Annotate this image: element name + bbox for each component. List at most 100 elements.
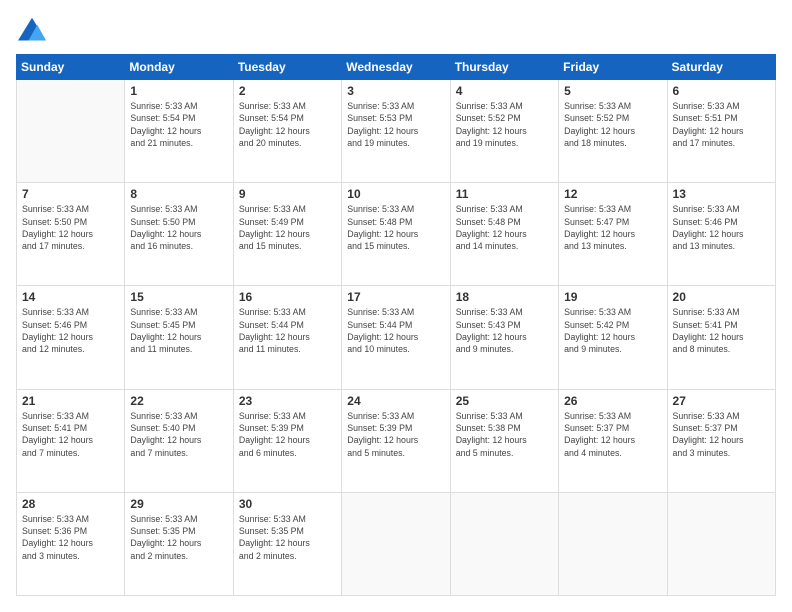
week-row-3: 14 Sunrise: 5:33 AM Sunset: 5:46 PM Dayli… xyxy=(17,286,776,389)
day-info: Sunrise: 5:33 AM Sunset: 5:47 PM Dayligh… xyxy=(564,203,661,252)
calendar-cell: 11Sunrise: 5:33 AM Sunset: 5:48 PM Dayli… xyxy=(450,183,558,286)
calendar-cell: 20Sunrise: 5:33 AM Sunset: 5:41 PM Dayli… xyxy=(667,286,775,389)
calendar-cell: 18 Sunrise: 5:33 AM Sunset: 5:43 PM Dayli… xyxy=(450,286,558,389)
day-number: 2 xyxy=(239,84,336,98)
calendar-cell: 3 Sunrise: 5:33 AM Sunset: 5:53 PM Daylig… xyxy=(342,80,450,183)
day-number: 29 xyxy=(130,497,227,511)
day-info: Sunrise: 5:33 AM Sunset: 5:40 PM Dayligh… xyxy=(130,410,227,459)
calendar-cell: 29Sunrise: 5:33 AM Sunset: 5:35 PM Dayli… xyxy=(125,492,233,595)
calendar-cell: 5Sunrise: 5:33 AM Sunset: 5:52 PM Daylig… xyxy=(559,80,667,183)
calendar-cell: 12Sunrise: 5:33 AM Sunset: 5:47 PM Dayli… xyxy=(559,183,667,286)
week-row-1: 1 Sunrise: 5:33 AM Sunset: 5:54 PM Daylig… xyxy=(17,80,776,183)
day-info: Sunrise: 5:33 AM Sunset: 5:43 PM Dayligh… xyxy=(456,306,553,355)
logo-icon xyxy=(16,16,48,44)
calendar-cell: 24Sunrise: 5:33 AM Sunset: 5:39 PM Dayli… xyxy=(342,389,450,492)
day-info: Sunrise: 5:33 AM Sunset: 5:36 PM Dayligh… xyxy=(22,513,119,562)
calendar-cell: 30Sunrise: 5:33 AM Sunset: 5:35 PM Dayli… xyxy=(233,492,341,595)
logo xyxy=(16,16,52,44)
weekday-header-thursday: Thursday xyxy=(450,55,558,80)
header xyxy=(16,16,776,44)
day-number: 27 xyxy=(673,394,770,408)
week-row-2: 7 Sunrise: 5:33 AM Sunset: 5:50 PM Daylig… xyxy=(17,183,776,286)
day-info: Sunrise: 5:33 AM Sunset: 5:41 PM Dayligh… xyxy=(22,410,119,459)
day-number: 18 xyxy=(456,290,553,304)
calendar-cell: 13 Sunrise: 5:33 AM Sunset: 5:46 PM Dayli… xyxy=(667,183,775,286)
weekday-header-sunday: Sunday xyxy=(17,55,125,80)
week-row-5: 28 Sunrise: 5:33 AM Sunset: 5:36 PM Dayli… xyxy=(17,492,776,595)
day-info: Sunrise: 5:33 AM Sunset: 5:52 PM Dayligh… xyxy=(564,100,661,149)
day-info: Sunrise: 5:33 AM Sunset: 5:46 PM Dayligh… xyxy=(673,203,770,252)
calendar-cell: 25 Sunrise: 5:33 AM Sunset: 5:38 PM Dayli… xyxy=(450,389,558,492)
calendar-cell: 14 Sunrise: 5:33 AM Sunset: 5:46 PM Dayli… xyxy=(17,286,125,389)
day-number: 25 xyxy=(456,394,553,408)
day-info: Sunrise: 5:33 AM Sunset: 5:49 PM Dayligh… xyxy=(239,203,336,252)
day-number: 28 xyxy=(22,497,119,511)
day-number: 10 xyxy=(347,187,444,201)
day-info: Sunrise: 5:33 AM Sunset: 5:54 PM Dayligh… xyxy=(130,100,227,149)
day-info: Sunrise: 5:33 AM Sunset: 5:50 PM Dayligh… xyxy=(130,203,227,252)
day-number: 14 xyxy=(22,290,119,304)
day-number: 16 xyxy=(239,290,336,304)
calendar-cell: 16 Sunrise: 5:33 AM Sunset: 5:44 PM Dayli… xyxy=(233,286,341,389)
week-row-4: 21 Sunrise: 5:33 AM Sunset: 5:41 PM Dayli… xyxy=(17,389,776,492)
day-number: 26 xyxy=(564,394,661,408)
calendar-cell: 15Sunrise: 5:33 AM Sunset: 5:45 PM Dayli… xyxy=(125,286,233,389)
day-info: Sunrise: 5:33 AM Sunset: 5:37 PM Dayligh… xyxy=(564,410,661,459)
weekday-header-friday: Friday xyxy=(559,55,667,80)
day-number: 3 xyxy=(347,84,444,98)
day-number: 6 xyxy=(673,84,770,98)
day-number: 15 xyxy=(130,290,227,304)
weekday-header-monday: Monday xyxy=(125,55,233,80)
day-info: Sunrise: 5:33 AM Sunset: 5:41 PM Dayligh… xyxy=(673,306,770,355)
day-number: 13 xyxy=(673,187,770,201)
day-info: Sunrise: 5:33 AM Sunset: 5:39 PM Dayligh… xyxy=(239,410,336,459)
calendar-cell xyxy=(342,492,450,595)
calendar-cell: 19 Sunrise: 5:33 AM Sunset: 5:42 PM Dayli… xyxy=(559,286,667,389)
calendar-cell: 28 Sunrise: 5:33 AM Sunset: 5:36 PM Dayli… xyxy=(17,492,125,595)
day-info: Sunrise: 5:33 AM Sunset: 5:53 PM Dayligh… xyxy=(347,100,444,149)
day-info: Sunrise: 5:33 AM Sunset: 5:52 PM Dayligh… xyxy=(456,100,553,149)
day-number: 22 xyxy=(130,394,227,408)
day-number: 23 xyxy=(239,394,336,408)
weekday-header-wednesday: Wednesday xyxy=(342,55,450,80)
weekday-header-row: SundayMondayTuesdayWednesdayThursdayFrid… xyxy=(17,55,776,80)
day-info: Sunrise: 5:33 AM Sunset: 5:44 PM Dayligh… xyxy=(347,306,444,355)
day-number: 24 xyxy=(347,394,444,408)
day-info: Sunrise: 5:33 AM Sunset: 5:54 PM Dayligh… xyxy=(239,100,336,149)
day-info: Sunrise: 5:33 AM Sunset: 5:42 PM Dayligh… xyxy=(564,306,661,355)
day-number: 1 xyxy=(130,84,227,98)
day-number: 19 xyxy=(564,290,661,304)
calendar-cell: 10 Sunrise: 5:33 AM Sunset: 5:48 PM Dayli… xyxy=(342,183,450,286)
calendar-cell xyxy=(667,492,775,595)
day-number: 8 xyxy=(130,187,227,201)
calendar-cell: 22 Sunrise: 5:33 AM Sunset: 5:40 PM Dayli… xyxy=(125,389,233,492)
day-number: 11 xyxy=(456,187,553,201)
day-info: Sunrise: 5:33 AM Sunset: 5:51 PM Dayligh… xyxy=(673,100,770,149)
page: SundayMondayTuesdayWednesdayThursdayFrid… xyxy=(0,0,792,612)
day-number: 9 xyxy=(239,187,336,201)
day-number: 7 xyxy=(22,187,119,201)
calendar-cell xyxy=(17,80,125,183)
weekday-header-tuesday: Tuesday xyxy=(233,55,341,80)
calendar-cell: 26 Sunrise: 5:33 AM Sunset: 5:37 PM Dayli… xyxy=(559,389,667,492)
calendar-cell: 8 Sunrise: 5:33 AM Sunset: 5:50 PM Daylig… xyxy=(125,183,233,286)
day-info: Sunrise: 5:33 AM Sunset: 5:44 PM Dayligh… xyxy=(239,306,336,355)
calendar: SundayMondayTuesdayWednesdayThursdayFrid… xyxy=(16,54,776,596)
day-number: 4 xyxy=(456,84,553,98)
calendar-cell: 4 Sunrise: 5:33 AM Sunset: 5:52 PM Daylig… xyxy=(450,80,558,183)
calendar-cell: 9 Sunrise: 5:33 AM Sunset: 5:49 PM Daylig… xyxy=(233,183,341,286)
day-info: Sunrise: 5:33 AM Sunset: 5:48 PM Dayligh… xyxy=(347,203,444,252)
calendar-cell: 27 Sunrise: 5:33 AM Sunset: 5:37 PM Dayli… xyxy=(667,389,775,492)
calendar-cell: 1 Sunrise: 5:33 AM Sunset: 5:54 PM Daylig… xyxy=(125,80,233,183)
calendar-cell xyxy=(559,492,667,595)
calendar-cell: 7 Sunrise: 5:33 AM Sunset: 5:50 PM Daylig… xyxy=(17,183,125,286)
day-info: Sunrise: 5:33 AM Sunset: 5:46 PM Dayligh… xyxy=(22,306,119,355)
day-info: Sunrise: 5:33 AM Sunset: 5:37 PM Dayligh… xyxy=(673,410,770,459)
day-number: 17 xyxy=(347,290,444,304)
weekday-header-saturday: Saturday xyxy=(667,55,775,80)
day-number: 21 xyxy=(22,394,119,408)
day-info: Sunrise: 5:33 AM Sunset: 5:35 PM Dayligh… xyxy=(239,513,336,562)
day-info: Sunrise: 5:33 AM Sunset: 5:38 PM Dayligh… xyxy=(456,410,553,459)
calendar-cell xyxy=(450,492,558,595)
day-info: Sunrise: 5:33 AM Sunset: 5:50 PM Dayligh… xyxy=(22,203,119,252)
